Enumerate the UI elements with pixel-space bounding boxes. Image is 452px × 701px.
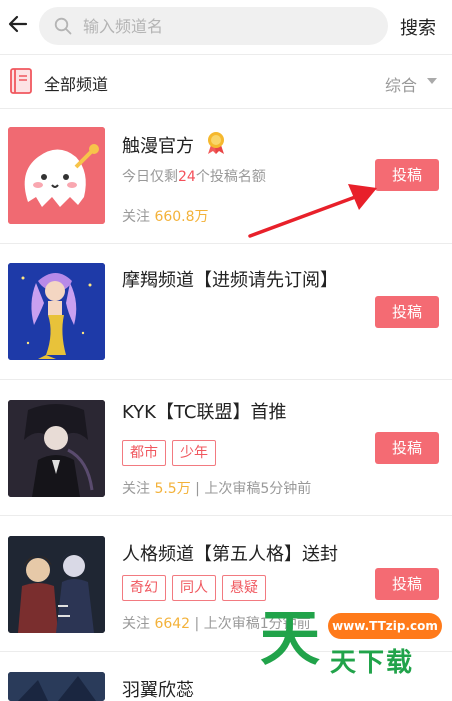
watermark-url: www.TTzip.com [328, 613, 442, 639]
divider [0, 54, 452, 55]
channel-name: 触漫官方 [122, 131, 228, 158]
channel-avatar [8, 536, 105, 633]
annotation-arrow-icon [248, 184, 377, 238]
identity-v-image [8, 536, 105, 633]
tag-list: 都市 少年 [122, 440, 216, 466]
filter-title: 全部频道 [44, 75, 109, 94]
filter-bar: 全部频道 综合 [0, 56, 452, 108]
top-bar: 搜索 [0, 0, 452, 52]
sort-dropdown[interactable]: 综合 [385, 72, 437, 96]
mermaid-image [8, 263, 105, 360]
follower-count: 6642 [154, 616, 191, 632]
follower-stats: 关注 660.8万 [122, 206, 209, 226]
quota-count: 24 [178, 169, 196, 185]
channel-name: 羽翼欣蕊 [122, 680, 194, 701]
watermark: 天 www.TTzip.com 天下载 [258, 602, 452, 701]
tag-list: 奇幻 同人 悬疑 [122, 575, 266, 601]
tag[interactable]: 悬疑 [222, 575, 266, 601]
channel-row[interactable]: 摩羯频道【进频请先订阅】 投稿 [0, 244, 452, 380]
submit-button[interactable]: 投稿 [375, 568, 439, 600]
tag[interactable]: 同人 [172, 575, 216, 601]
channel-avatar [8, 672, 105, 701]
stats-label: 关注 [122, 481, 150, 497]
search-box[interactable] [39, 7, 388, 45]
dark-scene-image [8, 672, 105, 701]
tag[interactable]: 奇幻 [122, 575, 166, 601]
channel-book-icon [10, 68, 32, 94]
official-medal-icon [207, 132, 224, 154]
search-input[interactable] [83, 7, 373, 45]
follower-stats: 关注 5.5万 | 上次审稿5分钟前 [122, 478, 311, 498]
watermark-text: 天下载 [330, 648, 415, 678]
channel-avatar [8, 263, 105, 360]
channel-name: 人格频道【第五人格】送封 [122, 544, 338, 565]
submit-button[interactable]: 投稿 [375, 432, 439, 464]
search-icon [54, 17, 72, 35]
channel-name: KYK【TC联盟】首推 [122, 402, 287, 423]
tag[interactable]: 都市 [122, 440, 166, 466]
channel-name: 摩羯频道【进频请先订阅】 [122, 270, 338, 291]
chevron-down-icon [427, 78, 437, 84]
search-button[interactable]: 搜索 [400, 14, 436, 40]
back-arrow-icon[interactable] [6, 12, 30, 36]
mascot-image [8, 127, 105, 224]
channel-avatar [8, 127, 105, 224]
watermark-logo-glyph: 天 [260, 604, 320, 674]
tag[interactable]: 少年 [172, 440, 216, 466]
submit-button[interactable]: 投稿 [375, 296, 439, 328]
channel-avatar [8, 400, 105, 497]
stats-label: 关注 [122, 209, 150, 225]
channel-name-text: 触漫官方 [122, 136, 194, 157]
last-review-text: | 上次审稿5分钟前 [195, 481, 312, 497]
follower-count: 5.5万 [154, 481, 191, 497]
sort-label: 综合 [385, 76, 418, 95]
channel-row[interactable]: KYK【TC联盟】首推 都市 少年 关注 5.5万 | 上次审稿5分钟前 投稿 [0, 380, 452, 516]
follower-count: 660.8万 [154, 209, 209, 225]
quota-prefix: 今日仅剩 [122, 169, 178, 185]
dark-character-image [8, 400, 105, 497]
stats-label: 关注 [122, 616, 150, 632]
